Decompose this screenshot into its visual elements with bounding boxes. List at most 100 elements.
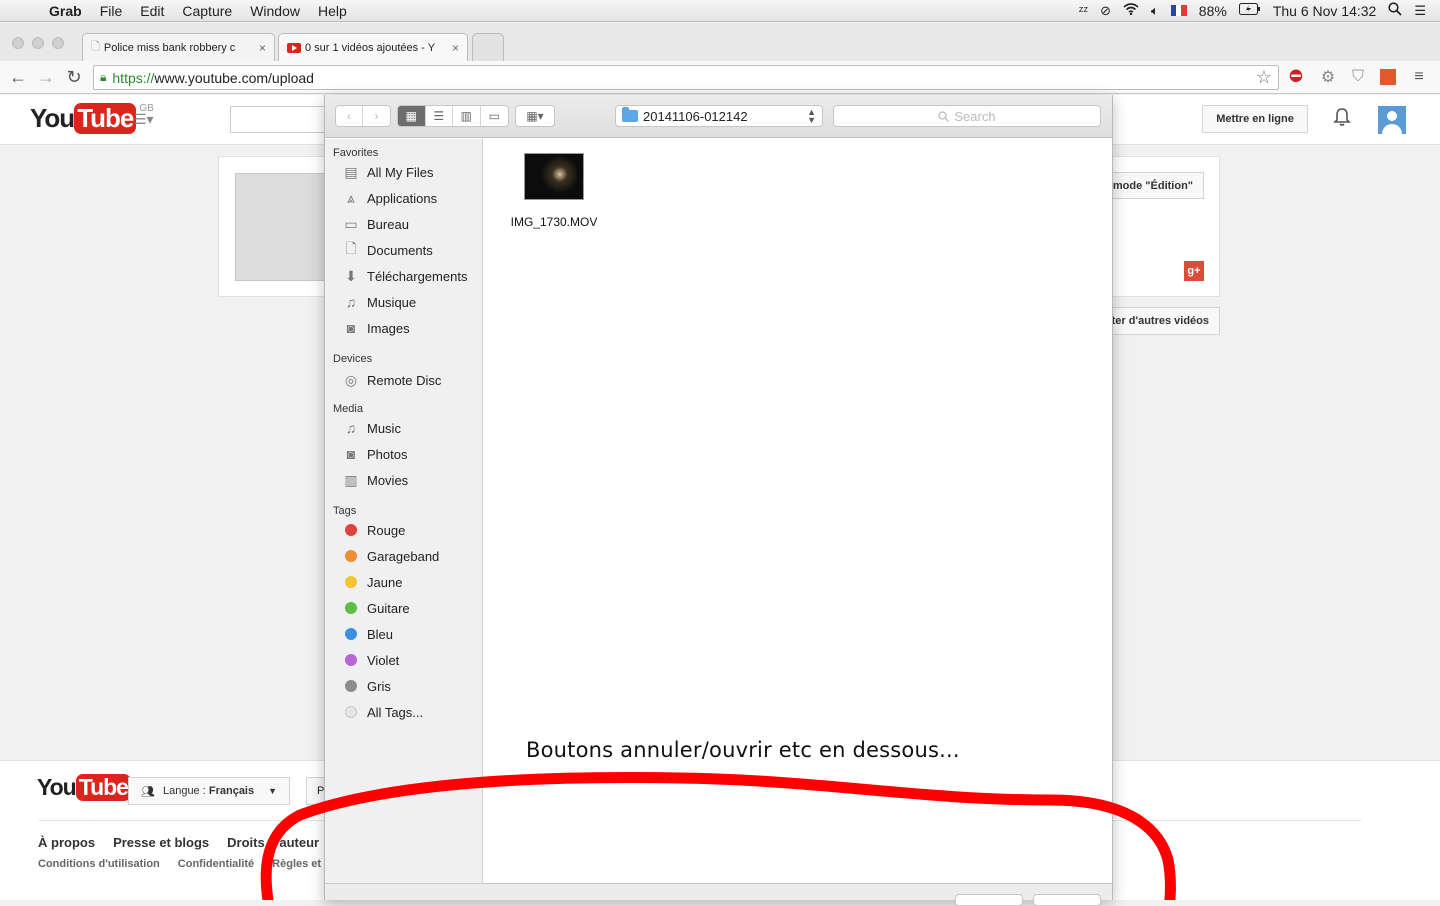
sidebar-tag-jaune[interactable]: Jaune <box>325 569 482 595</box>
close-window-button[interactable] <box>12 37 24 49</box>
file-browser-area: IMG_1730.MOV <box>484 139 1112 884</box>
macos-menubar: Grab File Edit Capture Window Help ᶻᶻ ⊘ … <box>0 0 1440 22</box>
add-other-videos-button[interactable]: ter d'autres vidéos <box>1100 307 1220 335</box>
tag-color-dot <box>345 680 357 692</box>
new-tab-button[interactable] <box>472 33 504 61</box>
tab-title: 0 sur 1 vidéos ajoutées - Y <box>305 41 436 54</box>
sidebar-tag-garageband[interactable]: Garageband <box>325 543 482 569</box>
sidebar-item-applications[interactable]: ⩓ Applications <box>325 185 482 211</box>
chrome-menu-icon[interactable]: ≡ <box>1408 66 1430 88</box>
menu-app-name[interactable]: Grab <box>40 3 91 19</box>
location-popup[interactable]: 20141106-012142 ▲ ▼ <box>615 105 823 127</box>
dialog-search-input[interactable]: Search <box>833 105 1101 127</box>
upload-button[interactable]: Mettre en ligne <box>1202 105 1308 133</box>
sidebar-item-all-my-files[interactable]: ▤ All My Files <box>325 159 482 185</box>
wifi-icon[interactable] <box>1123 3 1139 18</box>
sidebar-item-bureau[interactable]: ▭ Bureau <box>325 211 482 237</box>
sidebar-item-photos[interactable]: ◙ Photos <box>325 441 482 467</box>
volume-icon[interactable]: 🔈︎ <box>1151 3 1159 19</box>
sidebar-tag-guitare[interactable]: Guitare <box>325 595 482 621</box>
sidebar-tag-bleu[interactable]: Bleu <box>325 621 482 647</box>
menu-help[interactable]: Help <box>309 3 356 19</box>
footer-link-terms[interactable]: Conditions d'utilisation <box>38 858 160 870</box>
footer-link-about[interactable]: À propos <box>38 835 95 850</box>
zoom-window-button[interactable] <box>52 37 64 49</box>
arrange-grid-icon[interactable]: ▦▾ <box>516 106 554 126</box>
forward-arrow-icon[interactable]: → <box>32 67 60 88</box>
tab-close-icon[interactable]: × <box>259 41 266 55</box>
minimize-window-button[interactable] <box>32 37 44 49</box>
time-machine-icon[interactable]: ⊘ <box>1100 3 1111 19</box>
sidebar-item-telechargements[interactable]: ⬇ Téléchargements <box>325 263 482 289</box>
sleep-status-icon[interactable]: ᶻᶻ <box>1079 3 1088 18</box>
music-icon: ♫ <box>345 294 357 310</box>
footer-link-copyright[interactable]: Droits d'auteur <box>227 835 319 850</box>
sidebar-item-remote-disc[interactable]: ◎ Remote Disc <box>325 365 482 395</box>
user-avatar-icon[interactable] <box>1378 106 1406 134</box>
back-chevron-icon[interactable]: ‹ <box>336 106 364 126</box>
extension-pocket-icon[interactable] <box>1377 66 1399 88</box>
lock-icon: 🔒︎ <box>100 70 107 84</box>
coverflow-view-icon[interactable]: ▭ <box>481 106 508 126</box>
sidebar-item-documents[interactable]: 🗋︎ Documents <box>325 237 482 263</box>
tab-police-video[interactable]: 🗋︎ Police miss bank robbery c × <box>82 33 275 61</box>
sidebar-item-label: Musique <box>367 294 417 310</box>
bookmark-star-icon[interactable]: ☆ <box>1256 67 1272 88</box>
sidebar-item-movies[interactable]: ▥ Movies <box>325 467 482 493</box>
spotlight-search-icon[interactable] <box>1388 2 1402 19</box>
youtube-search-input[interactable] <box>230 106 330 133</box>
list-view-icon[interactable]: ☰ <box>426 106 453 126</box>
extension-stop-icon[interactable]: ⛔︎ <box>1285 66 1307 88</box>
sidebar-item-label: Images <box>367 320 410 336</box>
guide-menu-icon[interactable]: ☰▾ <box>134 111 154 128</box>
address-bar[interactable]: 🔒︎ https://www.youtube.com/upload ☆ <box>93 65 1279 90</box>
current-folder-name: 20141106-012142 <box>643 108 748 124</box>
forward-chevron-icon[interactable]: › <box>363 106 390 126</box>
open-button[interactable] <box>1033 894 1101 906</box>
logo-tube: Tube <box>74 103 137 134</box>
menu-edit[interactable]: Edit <box>131 3 173 19</box>
file-item[interactable]: IMG_1730.MOV <box>506 153 602 229</box>
file-open-dialog: ‹ › ▦ ☰ ▥ ▭ ▦▾ 20141106-012142 ▲ ▼ Search… <box>324 95 1113 906</box>
french-flag-icon[interactable] <box>1170 5 1187 16</box>
menu-capture[interactable]: Capture <box>173 3 241 19</box>
battery-charging-icon[interactable] <box>1238 3 1261 18</box>
sidebar-item-images[interactable]: ◙ Images <box>325 315 482 341</box>
clock[interactable]: Thu 6 Nov 14:32 <box>1273 3 1377 19</box>
notification-center-icon[interactable]: ☰ <box>1414 3 1426 19</box>
footer-link-press[interactable]: Presse et blogs <box>113 835 209 850</box>
sidebar-item-label: Téléchargements <box>367 268 468 284</box>
footer-link-policies[interactable]: Règles et <box>272 858 321 870</box>
footer-link-privacy[interactable]: Confidentialité <box>178 858 254 870</box>
battery-percent: 88% <box>1198 2 1227 19</box>
disc-icon: ◎ <box>344 371 358 388</box>
sidebar-item-music[interactable]: ♫ Music <box>325 415 482 441</box>
sidebar-item-musique[interactable]: ♫ Musique <box>325 289 482 315</box>
google-plus-icon[interactable]: g+ <box>1184 261 1204 281</box>
sidebar-tag-gris[interactable]: Gris <box>325 673 482 699</box>
menu-window[interactable]: Window <box>241 3 309 19</box>
extension-gear-icon[interactable]: ⚙︎ <box>1317 66 1339 88</box>
sidebar-item-label: Jaune <box>367 574 403 590</box>
cancel-button[interactable] <box>955 894 1023 906</box>
downloads-icon: ⬇ <box>345 267 357 284</box>
arrange-menu: ▦▾ <box>515 105 555 127</box>
sidebar-tag-violet[interactable]: Violet <box>325 647 482 673</box>
icon-view-icon[interactable]: ▦ <box>398 106 426 126</box>
edit-mode-button[interactable]: mode "Édition" <box>1100 172 1204 199</box>
annotation-text: Boutons annuler/ouvrir etc en dessous... <box>526 738 960 762</box>
footer-youtube-logo[interactable]: You Tube <box>37 774 131 801</box>
reload-icon[interactable]: ↻ <box>60 67 88 88</box>
column-view-icon[interactable]: ▥ <box>453 106 481 126</box>
extension-shield-icon[interactable]: ⛉ <box>1347 66 1369 88</box>
back-arrow-icon[interactable]: ← <box>4 67 32 88</box>
language-selector[interactable]: 👥︎ Langue : Français ▼ <box>128 777 290 805</box>
url-scheme: https:// <box>112 69 155 86</box>
notification-bell-icon[interactable] <box>1333 107 1351 133</box>
tab-youtube-upload[interactable]: 0 sur 1 vidéos ajoutées - Y × <box>278 33 468 61</box>
people-icon: 👥︎ <box>141 785 155 798</box>
menu-file[interactable]: File <box>91 3 132 19</box>
sidebar-all-tags[interactable]: All Tags... <box>325 699 482 725</box>
sidebar-tag-rouge[interactable]: Rouge <box>325 517 482 543</box>
tab-close-icon[interactable]: × <box>452 41 459 55</box>
